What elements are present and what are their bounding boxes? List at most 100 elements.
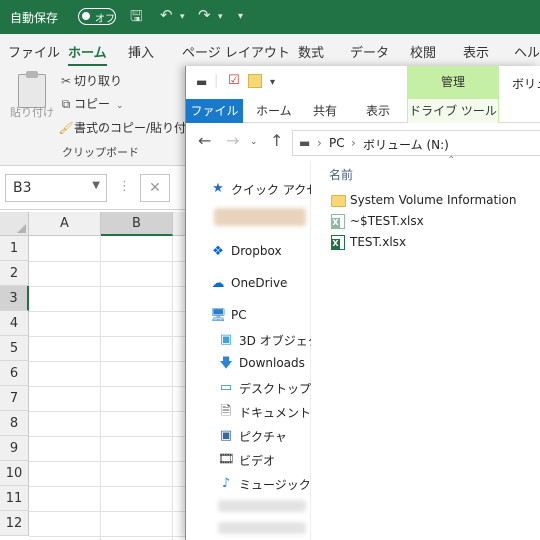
tab-file[interactable]: ファイル	[8, 42, 60, 61]
file-name: System Volume Information	[350, 193, 517, 207]
name-box[interactable]: B3 ▼	[5, 174, 107, 202]
redo-icon[interactable]: ↷	[198, 6, 211, 24]
row-header[interactable]: 6	[0, 361, 29, 386]
separator: |	[214, 73, 219, 88]
gridline	[29, 311, 189, 312]
cancel-button[interactable]: ✕	[140, 174, 170, 202]
nav-item-dropbox[interactable]: ❖ Dropbox	[186, 240, 310, 264]
cut-button[interactable]: ✂ 切り取り	[58, 72, 122, 89]
row-header[interactable]: 4	[0, 311, 29, 336]
brush-icon: 🖌	[58, 121, 74, 135]
drive-icon: ▬	[196, 75, 208, 89]
tab-help[interactable]: ヘルプ	[514, 42, 540, 61]
nav-item-desktop[interactable]: ▭ デスクトップ	[186, 376, 311, 400]
file-row-temp-xlsx[interactable]: ~$TEST.xlsx	[325, 212, 535, 232]
breadcrumb-volume[interactable]: ボリューム (N:)	[363, 136, 449, 153]
file-explorer-window: ▬ | ☑ ▾ 管理 ボリューム (N:) ファイル ホーム 共有 表示 ドライ…	[185, 66, 540, 540]
row-header[interactable]: 11	[0, 486, 29, 511]
undo-icon[interactable]: ↶	[160, 6, 173, 24]
tab-formulas[interactable]: 数式	[298, 42, 324, 61]
clipboard-group-label: クリップボード	[62, 146, 139, 159]
gridline	[29, 436, 189, 437]
tab-insert[interactable]: 挿入	[128, 42, 154, 61]
nav-item-label: ドキュメント	[239, 406, 312, 420]
tab-page-layout[interactable]: ページ レイアウト	[182, 42, 290, 61]
paste-icon[interactable]	[18, 71, 46, 108]
row-header-selected[interactable]: 3	[0, 286, 29, 311]
forward-arrow-icon[interactable]: →	[226, 131, 239, 150]
properties-icon[interactable]: ☑	[228, 73, 240, 88]
gridline	[29, 386, 189, 387]
folder-icon	[331, 195, 346, 207]
row-header[interactable]: 10	[0, 461, 29, 486]
monitor-icon: 🖥	[210, 308, 227, 323]
tab-view[interactable]: 表示	[463, 42, 489, 61]
row-header[interactable]: 5	[0, 336, 29, 361]
column-header-name[interactable]: 名前	[329, 166, 353, 183]
tab-data[interactable]: データ	[350, 42, 389, 61]
manage-tab[interactable]: 管理	[407, 66, 499, 99]
row-header[interactable]: 2	[0, 261, 29, 286]
customize-qat-icon[interactable]: ▾	[238, 11, 243, 22]
nav-item-videos[interactable]: 🎞 ビデオ	[186, 448, 310, 472]
tab-home[interactable]: ホーム	[68, 42, 107, 67]
blurred-item	[214, 208, 306, 226]
cloud-icon: ☁	[211, 276, 225, 291]
column-header-a[interactable]: A	[29, 212, 101, 236]
select-all-button[interactable]	[0, 212, 29, 236]
new-folder-icon[interactable]	[248, 74, 262, 88]
star-icon: ★	[212, 181, 224, 196]
tab-home[interactable]: ホーム	[256, 99, 292, 123]
nav-item-downloads[interactable]: 🡇 Downloads	[186, 352, 310, 376]
tab-review[interactable]: 校閲	[410, 42, 436, 61]
tab-share[interactable]: 共有	[313, 99, 337, 123]
nav-item-label: ピクチャ	[239, 430, 287, 444]
row-header[interactable]: 8	[0, 411, 29, 436]
back-arrow-icon[interactable]: ←	[198, 131, 211, 150]
column-header-b[interactable]: B	[101, 212, 173, 236]
excel-ribbon-tabs: ファイル ホーム 挿入 ページ レイアウト 数式 データ 校閲 表示 ヘルプ	[0, 34, 540, 67]
row-header[interactable]: 12	[0, 511, 29, 536]
breadcrumb-chevron-icon[interactable]: ›	[351, 136, 356, 150]
file-row-folder[interactable]: System Volume Information	[325, 191, 535, 211]
nav-item-label: ビデオ	[239, 454, 276, 468]
row-header[interactable]: 9	[0, 436, 29, 461]
nav-item-music[interactable]: ♪ ミュージック	[186, 472, 311, 496]
navigation-pane: ★ クイック アクセス ❖ Dropbox ☁ OneDrive 🖥 PC ▣ …	[186, 161, 332, 540]
copy-button[interactable]: ⧉ コピー ⌄	[58, 95, 124, 112]
copy-label: コピー	[74, 97, 111, 111]
tab-drive-tools[interactable]: ドライブ ツール	[407, 99, 499, 123]
format-painter-label: 書式のコピー/貼り付け	[74, 121, 199, 135]
autosave-label: 自動保存	[10, 11, 59, 25]
nav-item-pictures[interactable]: ▣ ピクチャ	[186, 424, 310, 448]
nav-item-label: ミュージック	[239, 478, 311, 492]
nav-item-onedrive[interactable]: ☁ OneDrive	[186, 272, 310, 296]
format-painter-button[interactable]: 🖌書式のコピー/貼り付け	[58, 119, 198, 136]
breadcrumb-pc[interactable]: PC	[329, 136, 345, 150]
paste-button[interactable]: 貼り付け	[10, 106, 54, 120]
desktop-icon: ▭	[219, 380, 233, 395]
customize-qat-icon[interactable]: ▾	[270, 77, 275, 88]
excel-title-bar: 自動保存 オフ 🖫 ↶ ▾ ↷ ▾ ▾	[0, 0, 540, 34]
breadcrumb-chevron-icon[interactable]: ›	[317, 136, 322, 150]
nav-item-quick-access[interactable]: ★ クイック アクセス	[186, 177, 330, 201]
undo-dropdown-icon[interactable]: ▾	[180, 12, 185, 22]
tab-file[interactable]: ファイル	[186, 99, 243, 123]
film-icon: 🎞	[218, 452, 235, 467]
nav-item-3d-objects[interactable]: ▣ 3D オブジェクト	[186, 328, 332, 352]
address-bar[interactable]: ▬ › PC › ボリューム (N:)	[292, 130, 540, 156]
file-row-xlsx[interactable]: TEST.xlsx	[325, 233, 535, 253]
redo-dropdown-icon[interactable]: ▾	[218, 12, 223, 22]
gridline	[29, 536, 189, 537]
recent-locations-icon[interactable]: ⌄	[250, 137, 258, 147]
autosave-state: オフ	[95, 14, 115, 25]
up-arrow-icon[interactable]: ↑	[270, 131, 283, 150]
nav-item-documents[interactable]: 🗎 ドキュメント	[186, 400, 312, 424]
nav-item-pc[interactable]: 🖥 PC	[186, 304, 310, 328]
save-icon[interactable]: 🖫	[130, 6, 143, 31]
row-header[interactable]: 7	[0, 386, 29, 411]
autosave-toggle[interactable]: オフ	[78, 8, 116, 25]
gridline	[29, 511, 189, 512]
row-header[interactable]: 1	[0, 236, 29, 261]
tab-view[interactable]: 表示	[366, 99, 390, 123]
